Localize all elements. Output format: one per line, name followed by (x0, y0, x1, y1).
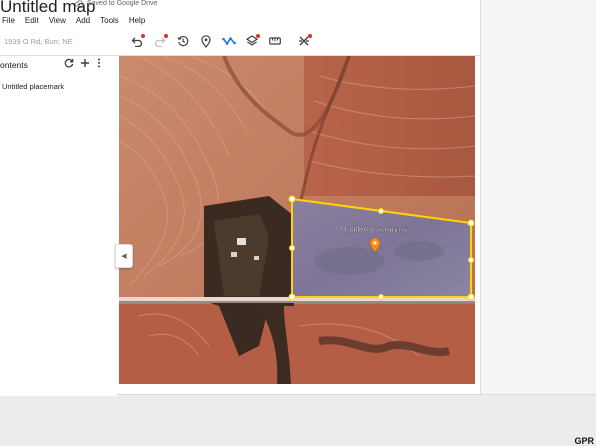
map-canvas[interactable]: Untitled placemark (119, 56, 475, 384)
notification-dot (256, 34, 260, 38)
save-status-label: Saved to Google Drive (87, 0, 158, 7)
menu-file[interactable]: File (0, 16, 21, 25)
watermark: GPR (574, 436, 594, 446)
history-icon (177, 35, 189, 47)
collapse-panel-button[interactable]: ◀ (115, 244, 133, 268)
background-area-right (480, 0, 596, 395)
background-area-bottom (0, 395, 596, 446)
draw-line-button[interactable] (220, 33, 238, 49)
map-toolbar (128, 33, 318, 49)
more-vert-icon[interactable] (96, 58, 102, 68)
menu-bar: File Edit View Add Tools Help (0, 16, 151, 25)
undo-button[interactable] (128, 33, 146, 49)
notification-dot (164, 34, 168, 38)
cloud-done-icon (75, 0, 84, 7)
notification-dot (308, 34, 312, 38)
notification-dot (141, 34, 145, 38)
refresh-icon[interactable] (64, 58, 74, 68)
history-button[interactable] (174, 33, 192, 49)
menu-add[interactable]: Add (72, 16, 96, 25)
divider (480, 0, 481, 395)
menu-help[interactable]: Help (125, 16, 151, 25)
panel-actions (64, 58, 102, 68)
satellite-imagery[interactable]: Untitled placemark (119, 56, 475, 384)
list-item-placemark[interactable]: Untitled placemark (2, 82, 64, 91)
measure-icon (269, 37, 281, 45)
add-marker-icon (201, 34, 211, 48)
search-input[interactable]: 1939 O Rd, Burr, NE (4, 37, 73, 46)
chevron-left-icon: ◀ (121, 253, 127, 260)
add-marker-button[interactable] (197, 33, 215, 49)
placemark-label: Untitled placemark (341, 225, 408, 234)
contents-panel (0, 56, 117, 396)
add-icon[interactable] (80, 58, 90, 68)
draw-line-icon (222, 37, 236, 45)
menu-tools[interactable]: Tools (96, 16, 125, 25)
redo-button[interactable] (151, 33, 169, 49)
menu-edit[interactable]: Edit (21, 16, 45, 25)
menu-view[interactable]: View (45, 16, 72, 25)
contents-title: ontents (0, 60, 28, 70)
save-status: Saved to Google Drive (75, 0, 157, 7)
measure-button[interactable] (266, 33, 284, 49)
share-button[interactable] (295, 33, 313, 49)
layers-button[interactable] (243, 33, 261, 49)
